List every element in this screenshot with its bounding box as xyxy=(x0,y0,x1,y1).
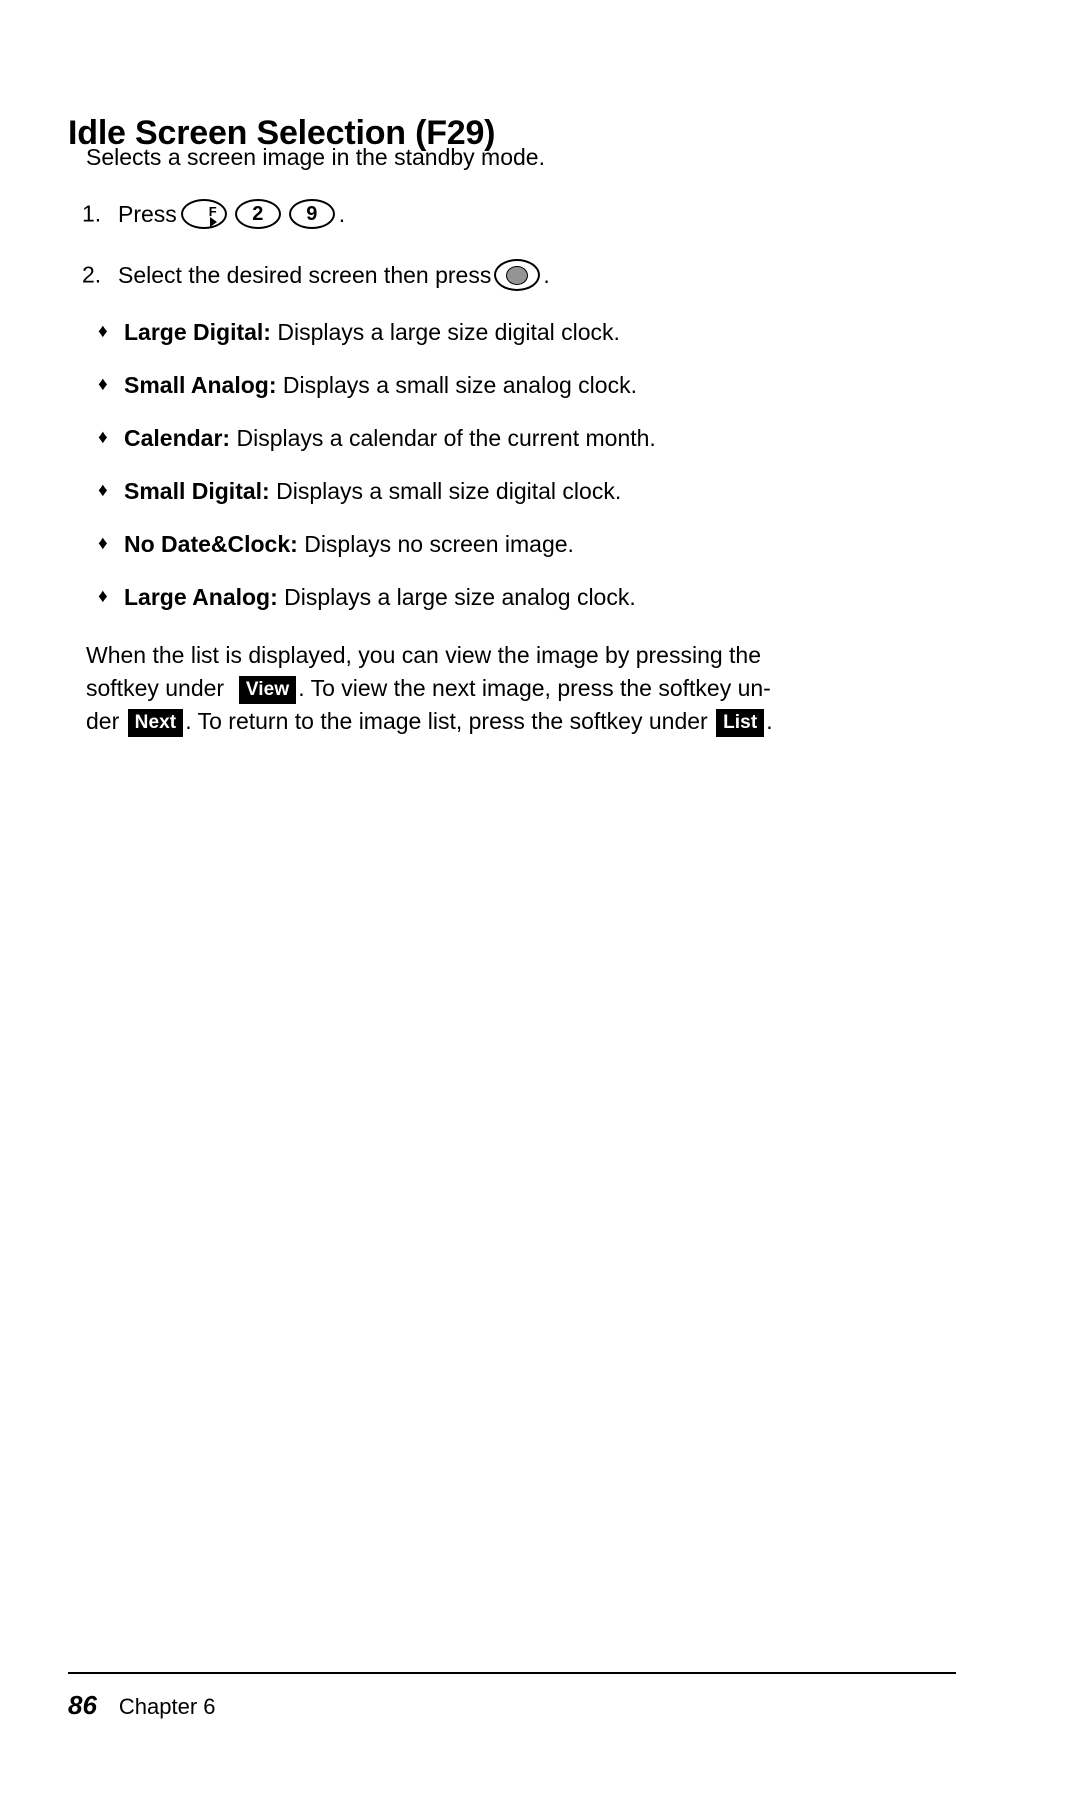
option-description: Displays a large size analog clock. xyxy=(277,584,636,610)
option-text: Small Digital: Displays a small size dig… xyxy=(124,478,621,504)
paragraph-line-3-prefix: der xyxy=(86,708,120,734)
page-footer: 86 Chapter 6 xyxy=(68,1690,956,1721)
diamond-bullet-icon: ♦ xyxy=(98,586,108,607)
step-text: Press xyxy=(118,200,177,227)
func-key-icon[interactable]: F xyxy=(180,199,227,229)
numbered-steps-list: 1. Press F 2 9 . 2. Select the desired s… xyxy=(68,199,988,291)
option-term: Large Analog: xyxy=(124,584,278,610)
option-text: Small Analog: Displays a small size anal… xyxy=(124,372,637,398)
paragraph-line-3-middle: . To return to the image list, press the… xyxy=(185,708,708,734)
option-text: Calendar: Displays a calendar of the cur… xyxy=(124,425,656,451)
softkey-instructions-paragraph: When the list is displayed, you can view… xyxy=(86,639,966,738)
intro-paragraph: Selects a screen image in the standby mo… xyxy=(86,144,545,170)
option-description: Displays a calendar of the current month… xyxy=(230,425,656,451)
step-trailing-punctuation: . xyxy=(543,261,550,288)
diamond-bullet-icon: ♦ xyxy=(98,480,108,501)
option-description: Displays a large size digital clock. xyxy=(270,319,620,345)
option-term: Calendar: xyxy=(124,425,231,451)
option-item-large-digital: ♦ Large Digital: Displays a large size d… xyxy=(68,321,988,344)
func-key-arrow-icon xyxy=(209,217,217,227)
option-text: Large Digital: Displays a large size dig… xyxy=(124,319,620,345)
option-text: Large Analog: Displays a large size anal… xyxy=(124,584,636,610)
paragraph-line-1: When the list is displayed, you can view… xyxy=(86,642,762,668)
option-item-no-date-clock: ♦ No Date&Clock: Displays no screen imag… xyxy=(68,533,988,556)
diamond-bullet-icon: ♦ xyxy=(98,374,108,395)
softkey-badge-next[interactable]: Next xyxy=(127,709,184,737)
option-description: Displays a small size digital clock. xyxy=(269,478,622,504)
select-round-key-icon[interactable] xyxy=(494,259,541,291)
diamond-bullet-icon: ♦ xyxy=(98,321,108,342)
option-description: Displays a small size analog clock. xyxy=(276,372,637,398)
number-key-9-icon[interactable]: 9 xyxy=(288,199,335,229)
option-item-calendar: ♦ Calendar: Displays a calendar of the c… xyxy=(68,427,988,450)
option-description: Displays no screen image. xyxy=(297,531,574,557)
footer-chapter-label: Chapter 6 xyxy=(118,1694,216,1719)
step-number: 2. xyxy=(82,261,102,288)
document-page: Idle Screen Selection (F29) Selects a sc… xyxy=(0,0,1080,1800)
option-term: Small Analog: xyxy=(124,372,277,398)
option-term: No Date&Clock: xyxy=(124,531,298,557)
paragraph-line-2-suffix: . To view the next image, press the soft… xyxy=(298,675,771,701)
footer-divider xyxy=(68,1672,956,1674)
option-text: No Date&Clock: Displays no screen image. xyxy=(124,531,574,557)
number-key-2-icon[interactable]: 2 xyxy=(234,199,281,229)
option-item-large-analog: ♦ Large Analog: Displays a large size an… xyxy=(68,586,988,609)
step-trailing-punctuation: . xyxy=(338,200,346,227)
step-item-1: 1. Press F 2 9 . xyxy=(68,199,988,229)
paragraph-line-3-suffix: . xyxy=(766,708,773,734)
option-item-small-analog: ♦ Small Analog: Displays a small size an… xyxy=(68,374,988,397)
footer-page-number: 86 xyxy=(68,1690,97,1720)
step-text: Select the desired screen then press xyxy=(118,261,492,288)
paragraph-line-2: softkey under View. To view the next ima… xyxy=(86,672,966,705)
softkey-badge-list[interactable]: List xyxy=(716,709,765,737)
paragraph-line-2-prefix: softkey under xyxy=(86,675,225,701)
diamond-bullet-icon: ♦ xyxy=(98,533,108,554)
step-number: 1. xyxy=(82,200,102,227)
option-item-small-digital: ♦ Small Digital: Displays a small size d… xyxy=(68,480,988,503)
paragraph-line-3: der Next. To return to the image list, p… xyxy=(86,705,966,738)
diamond-bullet-icon: ♦ xyxy=(98,427,108,448)
idle-screen-options-list: ♦ Large Digital: Displays a large size d… xyxy=(68,321,988,609)
option-term: Large Digital: xyxy=(124,319,271,345)
softkey-badge-view[interactable]: View xyxy=(238,676,297,704)
step-item-2: 2. Select the desired screen then press … xyxy=(68,259,988,291)
option-term: Small Digital: xyxy=(124,478,270,504)
page-content: Selects a screen image in the standby mo… xyxy=(68,142,988,738)
select-key-inner-dot xyxy=(506,265,529,285)
